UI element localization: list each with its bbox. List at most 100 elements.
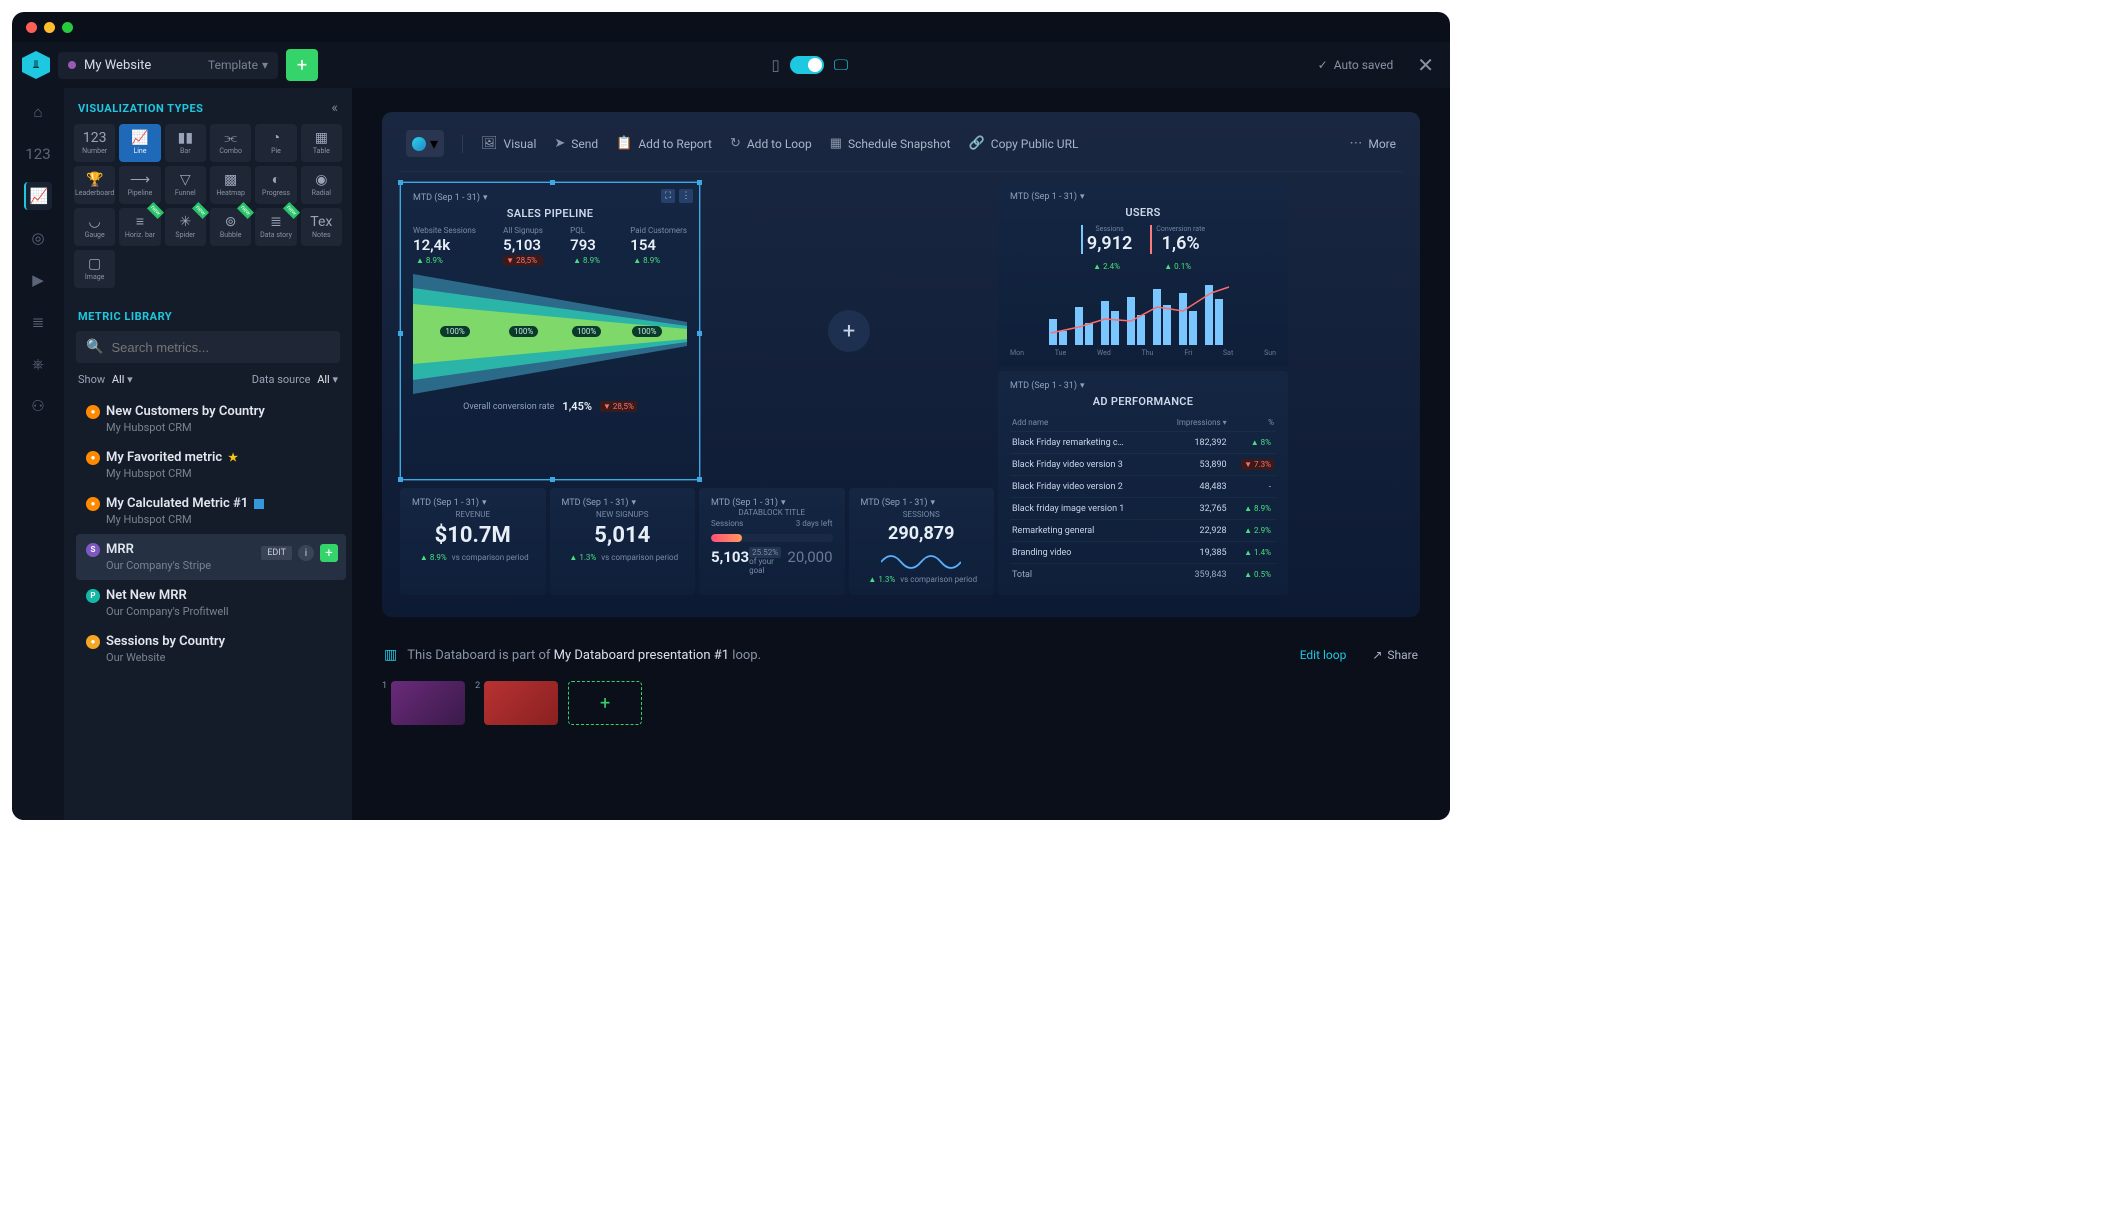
- metric-search[interactable]: 🔍: [76, 331, 340, 363]
- funnel-pct-3: 100%: [572, 326, 601, 337]
- send-button[interactable]: ➤Send: [554, 136, 598, 151]
- sales-pipeline-widget[interactable]: ⛶⋮ MTD (Sep 1 - 31) ▾ SALES PIPELINE Web…: [400, 182, 700, 480]
- datasource-filter[interactable]: Data source All ▾: [252, 373, 338, 386]
- viz-type-progress[interactable]: ◐Progress: [255, 166, 296, 204]
- viz-type-data-story[interactable]: ≣Data storynew: [255, 208, 296, 246]
- visual-button[interactable]: 🖼Visual: [481, 136, 536, 151]
- viz-type-table[interactable]: ▦Table: [301, 124, 342, 162]
- metric-library-title: METRIC LIBRARY: [64, 300, 352, 331]
- viz-type-pipeline[interactable]: ⟶Pipeline: [119, 166, 160, 204]
- nav-number-icon[interactable]: 123: [24, 140, 52, 168]
- loop-thumb-1[interactable]: [391, 681, 465, 725]
- viz-type-image[interactable]: ▢Image: [74, 250, 115, 288]
- metric-item[interactable]: ●Sessions by CountryOur Website: [76, 626, 346, 672]
- users-widget[interactable]: MTD (Sep 1 - 31) ▾ USERS Sessions9,912▲ …: [998, 182, 1288, 367]
- nav-presentations-icon[interactable]: ▶: [24, 266, 52, 294]
- table-row[interactable]: Remarketing general22,928▲ 2.9%: [1010, 520, 1276, 542]
- viz-type-bubble[interactable]: ⊚Bubblenew: [210, 208, 251, 246]
- mobile-icon[interactable]: ▯: [771, 56, 779, 74]
- add-metric-button[interactable]: +: [320, 544, 338, 562]
- edit-metric-button[interactable]: EDIT: [261, 546, 292, 560]
- viz-type-spider[interactable]: ✳Spidernew: [165, 208, 206, 246]
- table-row[interactable]: Black Friday video version 248,483 -: [1010, 476, 1276, 498]
- add-widget-button[interactable]: +: [828, 310, 870, 352]
- viz-type-bar[interactable]: ▮▮Bar: [165, 124, 206, 162]
- add-loop-slide-button[interactable]: +: [568, 681, 642, 725]
- workspace-color-dot: [68, 61, 76, 69]
- viz-type-heatmap[interactable]: ▩Heatmap: [210, 166, 251, 204]
- info-icon[interactable]: i: [298, 545, 314, 561]
- viz-type-notes[interactable]: TexNotes: [301, 208, 342, 246]
- metric-item[interactable]: ●My Calculated Metric #1 My Hubspot CRM: [76, 488, 346, 534]
- add-databoard-button[interactable]: +: [286, 49, 318, 81]
- send-icon: ➤: [554, 136, 565, 151]
- device-preview-toggle: ▯ 🖵: [771, 56, 848, 74]
- chevron-down-icon: ▾: [430, 134, 438, 153]
- nav-alerts-icon[interactable]: ⎈: [24, 350, 52, 378]
- new-signups-widget[interactable]: MTD (Sep 1 - 31) ▾ NEW SIGNUPS 5,014 ▲ 1…: [550, 488, 696, 595]
- viz-type-horiz-bar[interactable]: ≡Horiz. barnew: [119, 208, 160, 246]
- loop-thumb-2[interactable]: [484, 681, 558, 725]
- viz-type-leaderboard[interactable]: 🏆Leaderboard: [74, 166, 115, 204]
- add-to-report-button[interactable]: 📋Add to Report: [616, 136, 712, 151]
- collapse-panel-icon[interactable]: «: [331, 100, 338, 116]
- metric-item[interactable]: ●New Customers by CountryMy Hubspot CRM: [76, 396, 346, 442]
- viz-type-gauge[interactable]: ◡Gauge: [74, 208, 115, 246]
- nav-datasources-icon[interactable]: ≣: [24, 308, 52, 336]
- viz-type-radial[interactable]: ◉Radial: [301, 166, 342, 204]
- nav-chart-icon[interactable]: 📈: [24, 182, 52, 210]
- show-filter[interactable]: Show All ▾: [78, 373, 133, 386]
- search-input[interactable]: [111, 340, 330, 355]
- copy-public-url-button[interactable]: 🔗Copy Public URL: [969, 136, 1079, 151]
- theme-dropdown[interactable]: ▾: [406, 130, 444, 157]
- chevron-down-icon: ▾: [262, 58, 268, 72]
- close-button[interactable]: ✕: [1417, 53, 1434, 77]
- table-row[interactable]: Branding video19,385▲ 1.4%: [1010, 542, 1276, 564]
- share-button[interactable]: ↗Share: [1372, 648, 1418, 662]
- desktop-icon[interactable]: 🖵: [834, 56, 848, 74]
- funnel-chart: 100% 100% 100% 100%: [413, 274, 687, 394]
- workspace-name: My Website: [84, 58, 151, 73]
- viz-type-line[interactable]: 📈Line: [119, 124, 160, 162]
- metric-item[interactable]: ●My Favorited metric ★My Hubspot CRM: [76, 442, 346, 488]
- widget-menu-icon[interactable]: ⋮: [679, 189, 693, 203]
- more-button[interactable]: ⋯More: [1349, 136, 1396, 151]
- edit-loop-link[interactable]: Edit loop: [1300, 648, 1347, 662]
- table-row[interactable]: Black Friday video version 353,890▼ 7.3%: [1010, 454, 1276, 476]
- databoard: ▾ 🖼Visual ➤Send 📋Add to Report ↻Add to L…: [382, 112, 1420, 617]
- metric-item[interactable]: PNet New MRROur Company's Profitwell: [76, 580, 346, 626]
- widget-expand-icon[interactable]: ⛶: [661, 189, 675, 203]
- metric-item[interactable]: SMRROur Company's StripeEDITi+: [76, 534, 346, 580]
- share-icon: ↗: [1372, 648, 1382, 662]
- table-row[interactable]: Black friday image version 132,765▲ 8.9%: [1010, 498, 1276, 520]
- template-dropdown[interactable]: Template ▾: [208, 58, 268, 72]
- calendar-icon: ▦: [830, 136, 842, 151]
- add-widget-placeholder[interactable]: +: [704, 182, 994, 480]
- viz-type-number[interactable]: 123Number: [74, 124, 115, 162]
- nav-rail: ⌂ 123 📈 ◎ ▶ ≣ ⎈ ⚇: [12, 88, 64, 820]
- table-row[interactable]: Black Friday remarketing c…182,392▲ 8%: [1010, 432, 1276, 454]
- viz-type-combo[interactable]: ⫘Combo: [210, 124, 251, 162]
- loop-thumbnails: 1 2 +: [382, 681, 1420, 725]
- viz-type-pie[interactable]: ◔Pie: [255, 124, 296, 162]
- goal-progress-widget[interactable]: MTD (Sep 1 - 31) ▾ DATABLOCK TITLE Sessi…: [699, 488, 845, 595]
- date-range-dropdown[interactable]: MTD (Sep 1 - 31) ▾: [1010, 192, 1276, 202]
- chevron-down-icon: ▾: [332, 373, 338, 386]
- sessions-spark-widget[interactable]: MTD (Sep 1 - 31) ▾ SESSIONS 290,879 ▲ 1.…: [849, 488, 995, 595]
- nav-goals-icon[interactable]: ◎: [24, 224, 52, 252]
- viz-type-funnel[interactable]: ▽Funnel: [165, 166, 206, 204]
- add-to-loop-button[interactable]: ↻Add to Loop: [730, 136, 812, 151]
- workspace-dropdown[interactable]: My Website Template ▾: [58, 52, 278, 79]
- funnel-pct-2: 100%: [509, 326, 538, 337]
- nav-home-icon[interactable]: ⌂: [24, 98, 52, 126]
- schedule-snapshot-button[interactable]: ▦Schedule Snapshot: [830, 136, 951, 151]
- funnel-pct-4: 100%: [632, 326, 661, 337]
- revenue-widget[interactable]: MTD (Sep 1 - 31) ▾ REVENUE $10.7M ▲ 8.9%…: [400, 488, 546, 595]
- chevron-down-icon: ▾: [127, 373, 133, 386]
- nav-team-icon[interactable]: ⚇: [24, 392, 52, 420]
- date-range-dropdown[interactable]: MTD (Sep 1 - 31) ▾: [1010, 381, 1276, 391]
- app-logo[interactable]: ⫫: [22, 51, 50, 79]
- ad-performance-widget[interactable]: MTD (Sep 1 - 31) ▾ AD PERFORMANCE Add na…: [998, 371, 1288, 595]
- date-range-dropdown[interactable]: MTD (Sep 1 - 31) ▾: [413, 193, 687, 203]
- device-switch[interactable]: [790, 56, 824, 74]
